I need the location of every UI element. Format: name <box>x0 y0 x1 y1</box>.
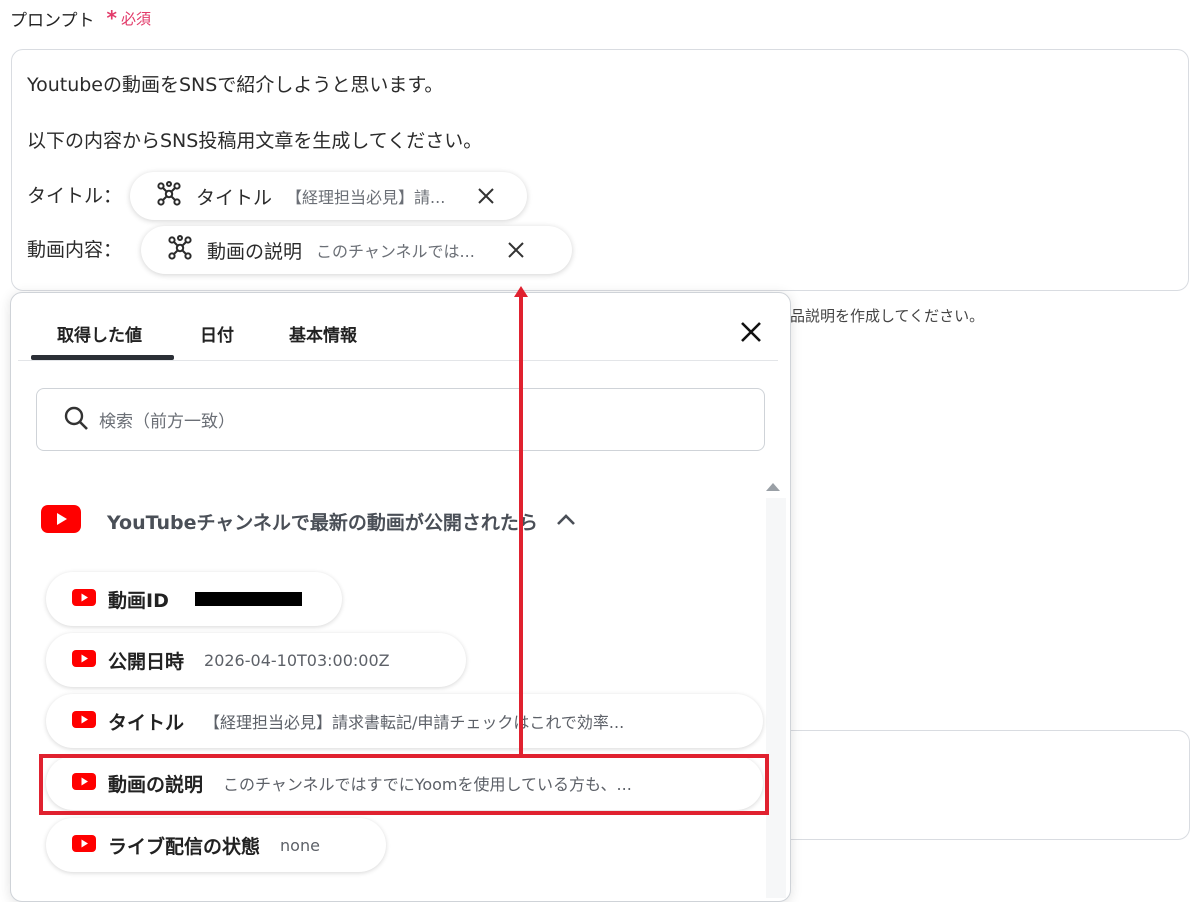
field-label: プロンプト <box>10 10 95 31</box>
item-name: 動画ID <box>108 589 169 612</box>
chip-name: 動画の説明 <box>207 240 303 263</box>
background-input-box[interactable] <box>790 730 1190 840</box>
prompt-title-label: タイトル： <box>27 185 123 207</box>
annotation-highlight-box <box>39 754 769 815</box>
annotation-arrow-line <box>519 295 523 754</box>
search-placeholder: 検索（前方一致） <box>99 412 235 432</box>
list-item-published-at[interactable]: 公開日時 2026-04-10T03:00:00Z <box>46 633 466 687</box>
scroll-up-arrow-icon[interactable] <box>766 483 780 491</box>
prompt-desc-label: 動画内容： <box>27 239 123 261</box>
item-value: none <box>280 835 320 855</box>
remove-chip-icon[interactable] <box>473 183 499 209</box>
item-name: ライブ配信の状態 <box>108 835 261 858</box>
required-badge: * 必須 <box>107 6 151 30</box>
required-asterisk: * <box>106 6 117 30</box>
youtube-icon <box>41 505 81 537</box>
section-header[interactable]: YouTubeチャンネルで最新の動画が公開されたら <box>41 501 576 541</box>
youtube-icon <box>72 588 96 610</box>
prompt-line-1: Youtubeの動画をSNSで紹介しようと思います。 <box>27 74 444 96</box>
chevron-up-icon[interactable] <box>556 512 576 531</box>
node-graph-icon <box>156 181 182 211</box>
prompt-line-2: 以下の内容からSNS投稿用文章を生成してください。 <box>27 130 483 152</box>
close-icon <box>741 322 761 342</box>
youtube-icon <box>72 649 96 671</box>
item-name: 公開日時 <box>108 650 185 673</box>
item-name: タイトル <box>108 711 185 734</box>
field-label-row: プロンプト * 必須 <box>10 6 151 31</box>
section-title: YouTubeチャンネルで最新の動画が公開されたら <box>107 511 538 534</box>
chip-value: 【経理担当必見】請... <box>286 188 446 207</box>
required-text: 必須 <box>120 9 151 28</box>
list-item-title[interactable]: タイトル 【経理担当必見】請求書転記/申請チェックはこれで効率... <box>46 694 763 748</box>
youtube-icon <box>72 834 96 856</box>
item-value: 2026-04-10T03:00:00Z <box>204 650 390 670</box>
chip-name: タイトル <box>196 186 273 209</box>
scrollbar[interactable] <box>766 498 786 898</box>
tab-basic-info[interactable]: 基本情報 <box>289 321 357 346</box>
variable-chip-description[interactable]: 動画の説明 このチャンネルでは... <box>141 226 572 274</box>
tab-date[interactable]: 日付 <box>200 321 234 346</box>
item-value: 【経理担当必見】請求書転記/申請チェックはこれで効率... <box>204 713 625 732</box>
node-graph-icon <box>167 235 193 265</box>
youtube-icon <box>72 710 96 732</box>
search-icon <box>63 405 89 435</box>
redacted-value <box>194 592 302 606</box>
close-panel-button[interactable] <box>736 317 766 347</box>
tab-acquired-values[interactable]: 取得した値 <box>57 321 142 346</box>
tab-divider <box>18 360 778 361</box>
variable-chip-title[interactable]: タイトル 【経理担当必見】請... <box>130 172 527 220</box>
background-note: 品説明を作成してください。 <box>790 307 985 325</box>
annotation-arrow-head <box>514 286 528 297</box>
chip-value: このチャンネルでは... <box>316 242 475 261</box>
search-input[interactable]: 検索（前方一致） <box>36 388 765 451</box>
remove-chip-icon[interactable] <box>503 237 529 263</box>
list-item-video-id[interactable]: 動画ID <box>46 572 342 626</box>
list-item-live-status[interactable]: ライブ配信の状態 none <box>46 818 386 872</box>
